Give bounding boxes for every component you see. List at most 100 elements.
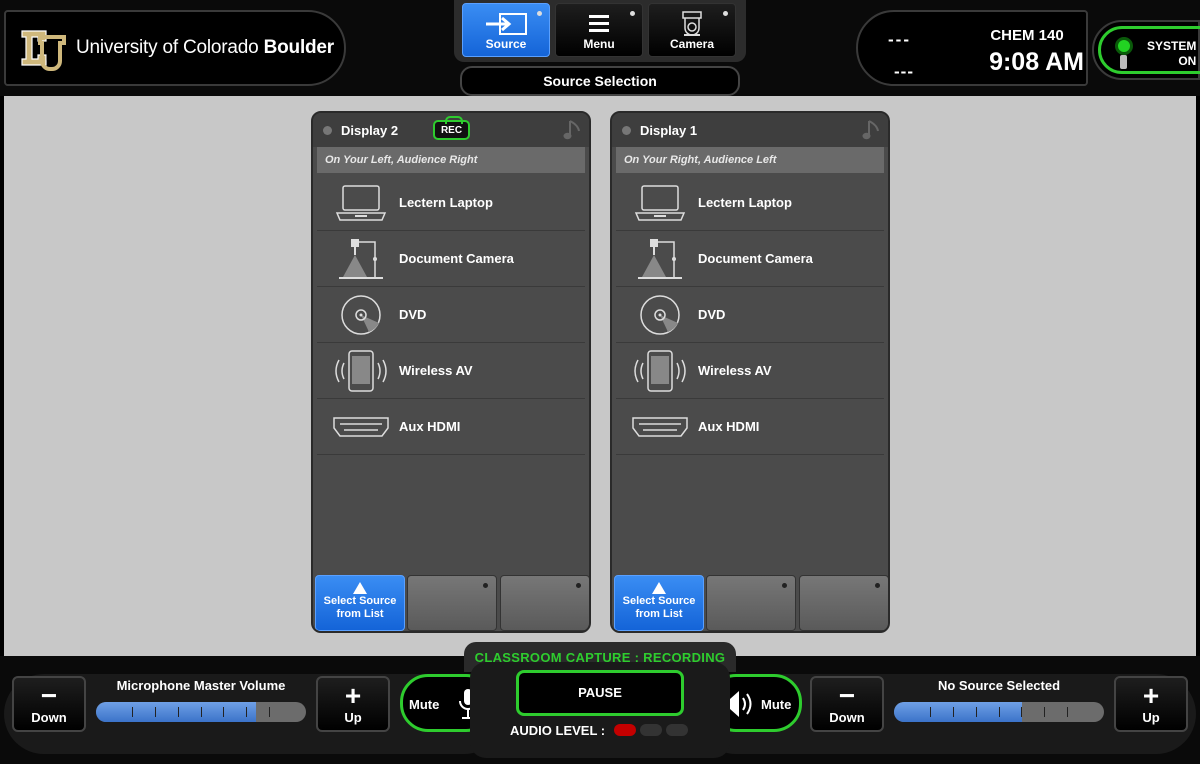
minus-icon: − (40, 680, 58, 711)
room-status: --- --- CHEM 140 9:08 AM (856, 10, 1088, 86)
clock-time: 9:08 AM (989, 48, 1084, 76)
music-note-icon (563, 120, 580, 140)
rec-badge: REC (433, 116, 470, 140)
source-label: Document Camera (698, 251, 813, 266)
indicator-dot (782, 583, 787, 588)
mic-volume-title: Microphone Master Volume (116, 678, 286, 693)
page-title: Source Selection (460, 66, 740, 96)
nav-camera-button[interactable]: Camera (648, 3, 736, 57)
system-power-button[interactable]: SYSTEM ON (1092, 20, 1200, 80)
disc-icon (640, 295, 680, 335)
source-item-wireless-av[interactable]: Wireless AV (616, 343, 884, 399)
program-down-label: Down (829, 710, 865, 725)
laptop-icon (335, 185, 387, 221)
document-camera-icon (638, 239, 682, 279)
panel-header: Display 2 REC (313, 113, 589, 147)
pause-recording-button[interactable]: PAUSE (516, 670, 684, 716)
display-title: Display 2 (341, 123, 399, 138)
program-up-label: Up (1142, 710, 1160, 725)
display-location: On Your Left, Audience Right (317, 147, 585, 173)
laptop-icon (634, 185, 686, 221)
program-volume-title: No Source Selected (937, 678, 1061, 693)
status-dot (323, 126, 332, 135)
status-dot (622, 126, 631, 135)
panel-footer: Select Source from List (313, 575, 589, 631)
minus-icon: − (838, 680, 856, 711)
nav-menu-button[interactable]: Menu (555, 3, 643, 57)
camera-icon (682, 11, 702, 36)
program-volume-up-button[interactable]: + Up (1114, 676, 1188, 732)
source-label: Wireless AV (399, 363, 473, 378)
source-item-dvd[interactable]: DVD (317, 287, 585, 343)
display-title: Display 1 (640, 123, 698, 138)
power-switch-icon (1115, 37, 1133, 77)
source-item-wireless-av[interactable]: Wireless AV (317, 343, 585, 399)
status-placeholder-top: --- (888, 30, 911, 49)
display-panel-1: Display 1 On Your Right, Audience Left L… (610, 111, 890, 633)
hdmi-icon (333, 417, 389, 437)
main-area (4, 96, 1196, 656)
nav-source-button[interactable]: Source (462, 3, 550, 57)
select-source-line2: from List (336, 608, 384, 620)
disc-icon (341, 295, 381, 335)
program-volume-slider[interactable] (894, 702, 1104, 722)
source-item-document-camera[interactable]: Document Camera (616, 231, 884, 287)
mic-volume-down-button[interactable]: − Down (12, 676, 86, 732)
mic-volume-up-button[interactable]: + Up (316, 676, 390, 732)
plus-icon: + (1142, 680, 1160, 711)
source-item-lectern-laptop[interactable]: Lectern Laptop (317, 175, 585, 231)
source-label: Aux HDMI (399, 419, 461, 434)
hdmi-icon (632, 417, 688, 437)
empty-slot-button[interactable] (500, 575, 589, 631)
empty-slot-button[interactable] (799, 575, 888, 631)
indicator-dot (483, 583, 488, 588)
room-name: CHEM 140 (990, 27, 1064, 44)
source-item-dvd[interactable]: DVD (616, 287, 884, 343)
top-bar: University of Colorado Boulder Source Me… (0, 0, 1200, 96)
empty-slot-button[interactable] (706, 575, 796, 631)
source-item-aux-hdmi[interactable]: Aux HDMI (317, 399, 585, 455)
indicator-dot (875, 583, 880, 588)
triangle-up-icon (652, 582, 666, 594)
display-location: On Your Right, Audience Left (616, 147, 884, 173)
select-source-from-list-button[interactable]: Select Source from List (614, 575, 704, 631)
source-label: Document Camera (399, 251, 514, 266)
mic-volume-slider[interactable] (96, 702, 306, 722)
panel-header: Display 1 (612, 113, 888, 147)
empty-slot-button[interactable] (407, 575, 497, 631)
mic-mute-label: Mute (409, 697, 440, 712)
source-item-document-camera[interactable]: Document Camera (317, 231, 585, 287)
nav-bar: Source Menu Camera (454, 0, 746, 62)
source-item-lectern-laptop[interactable]: Lectern Laptop (616, 175, 884, 231)
select-source-line1: Select Source (622, 595, 696, 607)
power-line1: SYSTEM (1147, 39, 1197, 53)
select-source-from-list-button[interactable]: Select Source from List (315, 575, 405, 631)
status-placeholder-bottom: --- (894, 62, 914, 81)
audio-meter-segment (640, 724, 662, 736)
power-line2: ON (1178, 54, 1197, 68)
select-source-line2: from List (635, 608, 683, 620)
music-note-icon (862, 120, 879, 140)
document-camera-icon (339, 239, 383, 279)
source-label: Lectern Laptop (399, 195, 493, 210)
mic-up-label: Up (344, 710, 362, 725)
nav-camera-label: Camera (669, 37, 715, 51)
source-label: Aux HDMI (698, 419, 760, 434)
source-label: DVD (399, 307, 427, 322)
source-label: Lectern Laptop (698, 195, 792, 210)
audio-level-label: AUDIO LEVEL : (510, 723, 606, 738)
source-list: Lectern Laptop Document Camera DVD Wirel… (317, 175, 585, 455)
wireless-tablet-icon (634, 350, 686, 392)
nav-menu-label: Menu (583, 37, 615, 51)
university-name: University of Colorado Boulder (76, 37, 334, 58)
triangle-up-icon (353, 582, 367, 594)
source-label: Wireless AV (698, 363, 772, 378)
source-list: Lectern Laptop Document Camera DVD Wirel… (616, 175, 884, 455)
nav-source-label: Source (485, 37, 527, 51)
program-mute-label: Mute (761, 697, 792, 712)
source-item-aux-hdmi[interactable]: Aux HDMI (616, 399, 884, 455)
plus-icon: + (344, 680, 362, 711)
indicator-dot (576, 583, 581, 588)
program-volume-down-button[interactable]: − Down (810, 676, 884, 732)
power-status-label: SYSTEM ON (1147, 39, 1196, 69)
